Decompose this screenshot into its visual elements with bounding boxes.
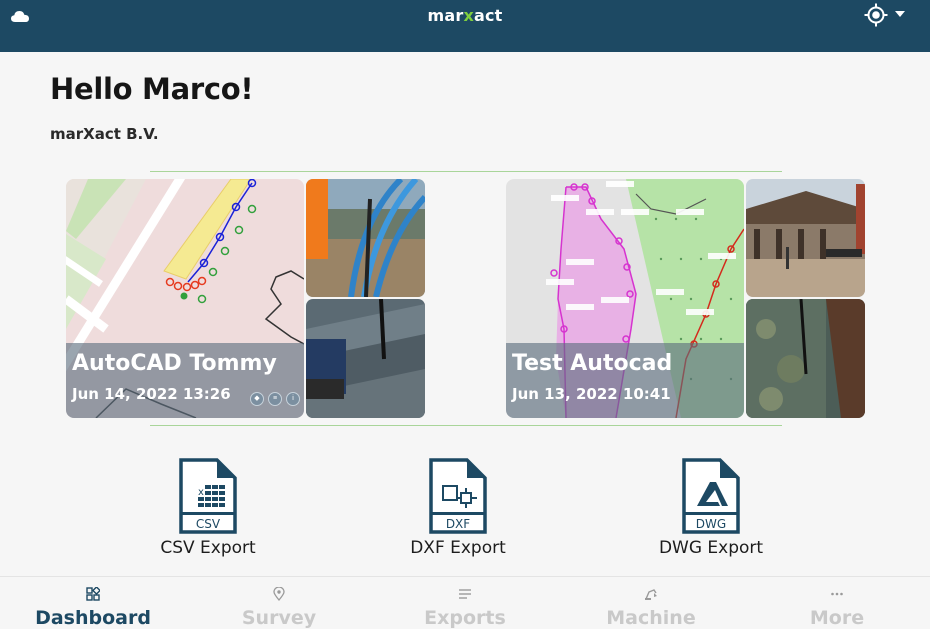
project-card-test-autocad[interactable]: Test Autocad Jun 13, 2022 10:41 [506,179,866,418]
project-photo [746,179,865,297]
location-pin-icon [273,587,285,601]
tag-icon[interactable]: ◆ [250,392,264,406]
csv-file-icon: x CSV [179,458,237,534]
dwg-file-icon: DWG [682,458,740,534]
info-icon[interactable]: i [286,392,300,406]
export-label: DXF Export [410,538,506,558]
project-photo [306,299,425,418]
nav-dashboard[interactable]: Dashboard [0,577,186,629]
greeting-heading: Hello Marco! [50,72,254,106]
nav-survey[interactable]: Survey [186,577,372,629]
divider-top [150,171,782,172]
gps-icon[interactable] [864,3,888,27]
csv-badge: CSV [196,517,221,531]
chevron-down-icon[interactable] [895,11,905,17]
project-info-overlay: AutoCAD Tommy Jun 14, 2022 13:26 ◆ ≡ i [66,343,304,418]
dwg-export-button[interactable]: DWG DWG Export [631,458,791,558]
dxf-badge: DXF [446,517,470,531]
svg-text:x: x [198,487,204,498]
export-label: CSV Export [160,538,256,558]
machine-icon [645,589,657,600]
bottom-navigation: Dashboard Survey Exports Machine More [0,576,930,629]
project-map-preview: AutoCAD Tommy Jun 14, 2022 13:26 ◆ ≡ i [66,179,304,418]
export-label: DWG Export [658,538,764,558]
project-actions: ◆ ≡ i [250,392,300,406]
nav-machine[interactable]: Machine [558,577,744,629]
company-name: marXact B.V. [50,125,159,143]
project-date: Jun 13, 2022 10:41 [512,385,671,403]
brand-pre: mar [427,6,464,25]
project-card-autocad-tommy[interactable]: AutoCAD Tommy Jun 14, 2022 13:26 ◆ ≡ i [66,179,426,418]
dashboard-icon [86,587,100,601]
project-title: Test Autocad [512,351,673,376]
project-date: Jun 14, 2022 13:26 [72,385,231,403]
top-bar: marxact [0,0,930,52]
csv-export-button[interactable]: x CSV CSV Export [128,458,288,558]
nav-label: Exports [424,607,506,629]
dxf-export-button[interactable]: DXF DXF Export [378,458,538,558]
project-title: AutoCAD Tommy [72,351,277,376]
project-photo [306,179,425,297]
divider-bottom [150,425,782,426]
brand-post: act [473,6,503,25]
project-map-preview: Test Autocad Jun 13, 2022 10:41 [506,179,744,418]
dxf-file-icon: DXF [429,458,487,534]
project-photo [746,299,865,418]
nav-label: Machine [606,607,696,629]
project-info-overlay: Test Autocad Jun 13, 2022 10:41 [506,343,744,418]
nav-exports[interactable]: Exports [372,577,558,629]
brand-x: x [463,6,474,25]
list-icon [459,589,471,599]
app-logo: marxact [0,6,930,25]
list-icon[interactable]: ≡ [268,392,282,406]
dwg-badge: DWG [696,517,726,531]
nav-more[interactable]: More [744,577,930,629]
nav-label: Survey [241,607,317,629]
more-dots-icon [831,592,843,596]
nav-label: More [809,607,865,629]
nav-label: Dashboard [35,607,151,629]
